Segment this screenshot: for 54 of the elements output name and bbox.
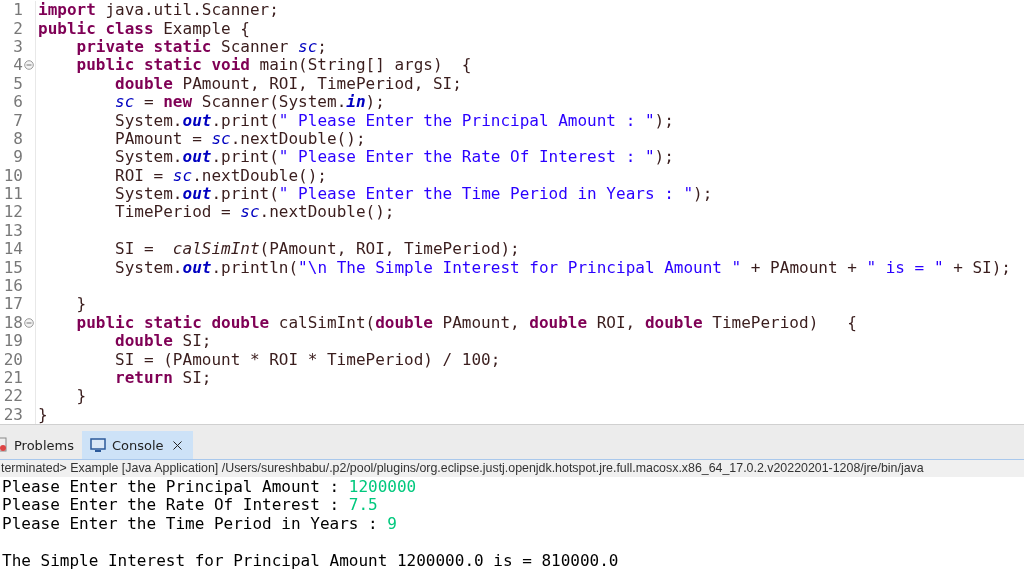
line-number: 6: [12, 93, 23, 112]
code-line: SI = (PAmount * ROI * TimePeriod) / 100;: [114, 350, 501, 369]
line-number: 17: [2, 295, 23, 314]
code-line: }: [75, 295, 87, 314]
line-number: 9: [12, 148, 23, 167]
panel-tab[interactable]: Problems: [0, 431, 82, 460]
code-line: PAmount = sc.nextDouble();: [114, 129, 366, 148]
line-number: 21: [2, 369, 23, 387]
line-number: 19: [2, 332, 23, 351]
line-number: 12: [2, 203, 23, 222]
code-line: ROI = sc.nextDouble();: [114, 166, 327, 185]
line-number: 23: [2, 405, 23, 424]
code-line: System.out.print(" Please Enter the Principal Amount : ");: [114, 111, 674, 130]
code-line: double SI;: [114, 332, 212, 351]
line-number: 16: [2, 277, 23, 296]
code-line: public static double calSimInt(double PAmount, double ROI, double TimePeriod) {: [75, 313, 857, 332]
line-number: 20: [2, 350, 23, 369]
process-label: terminated> Example [Java Application] /Users/sureshbabu/.p2/pool/plugins/org.eclipse.justj.openjdk.hotspot.jre.full.macosx.x86_64_17.0.2.v20220201-1208/jre/bin/java: [0, 459, 1024, 478]
collapse-icon[interactable]: [24, 317, 34, 328]
code-line: }: [75, 387, 87, 406]
code-line: System.out.println("\n The Simple Interest for Principal Amount " + PAmount + " is = " + SI);: [114, 258, 1011, 277]
panel-tab[interactable]: Console: [81, 431, 193, 460]
code-line: public static void main(String[] args) {: [75, 56, 472, 75]
console-line: Please Enter the Principal Amount : 1200000: [1, 478, 418, 497]
code-line: public class Example {: [38, 19, 250, 38]
line-number: 2: [12, 19, 23, 38]
line-number: 7: [12, 111, 23, 130]
line-number: 1: [12, 1, 23, 20]
line-number: 11: [2, 185, 23, 204]
line-number: 5: [12, 74, 23, 93]
console-line: Please Enter the Time Period in Years : 9: [1, 514, 398, 534]
monitor-icon: [89, 437, 106, 453]
line-number: 22: [2, 387, 23, 406]
collapse-icon[interactable]: [24, 60, 34, 71]
line-number: 14: [2, 240, 23, 259]
line-number: 8: [12, 129, 23, 148]
code-line: System.out.print(" Please Enter the Time Period in Years : ");: [114, 185, 713, 204]
code-line: }: [38, 405, 48, 424]
line-number: 13: [2, 221, 23, 240]
code-line: double PAmount, ROI, TimePeriod, SI;: [114, 74, 462, 93]
line-number: 15: [2, 258, 23, 277]
line-number: 18: [2, 313, 23, 332]
line-number: 10: [2, 166, 23, 185]
code-line: return SI;: [114, 369, 212, 387]
console-line: The Simple Interest for Principal Amount 1200000.0 is = 810000.0: [1, 551, 620, 570]
code-line: sc = new Scanner(System.in);: [114, 93, 385, 112]
code-line: import java.util.Scanner;: [38, 1, 279, 20]
code-line: System.out.print(" Please Enter the Rate Of Interest : ");: [114, 148, 674, 167]
console-line: Please Enter the Rate Of Interest : 7.5: [1, 496, 379, 515]
line-number: 3: [12, 37, 23, 56]
code-line: TimePeriod = sc.nextDouble();: [114, 203, 395, 222]
line-number: 4: [12, 56, 23, 75]
code-line: private static Scanner sc;: [76, 37, 327, 56]
code-line: SI = calSimInt(PAmount, ROI, TimePeriod);: [114, 240, 520, 259]
